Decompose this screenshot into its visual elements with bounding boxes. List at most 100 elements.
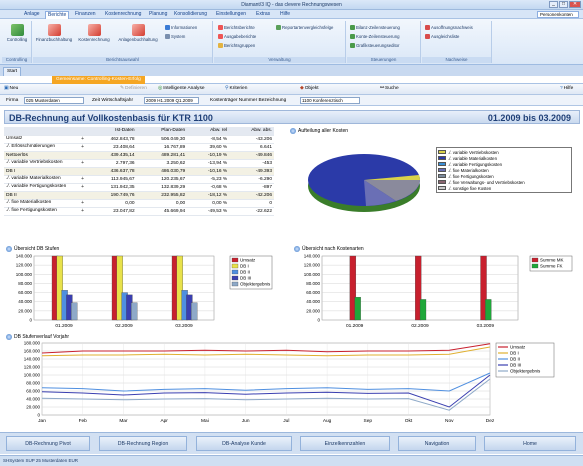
legend-text: Umsatz [240,258,256,263]
table-row: ./. fixe Fertigungskosten +23.047,82 45.66… [4,207,274,216]
y-tick-label: 140.000 [304,254,321,259]
legend-text: DB I [510,351,519,356]
definieren-button[interactable]: ✎ Definieren [120,86,147,91]
ktr-select[interactable]: 1100 Konferenztisch [300,97,360,104]
menu-tab-berichte[interactable]: Berichte [45,11,70,19]
tab-start[interactable]: Start [3,67,22,76]
ausoffnungsnachweis-button[interactable]: Ausoffnungsnachweis [425,25,473,30]
filter-bar: Firma 025 Musterdaten Zeit Wirtschaftsja… [0,95,583,106]
firma-select[interactable]: 025 Musterdaten [24,97,84,104]
anlagenbuchhaltung-button[interactable]: Anlagenbuchhaltung [115,24,161,42]
objekt-label: Objekt [304,86,319,91]
nav-db-region-button[interactable]: DB-Rechnung Region [99,436,187,451]
expand-icon[interactable]: + [81,160,84,166]
cell-plan: 132.839,29 [136,183,188,192]
menu-tab-finanzen[interactable]: Finanzen [73,11,98,19]
ausgleichsliste-button[interactable]: Ausgleichsliste [425,34,459,39]
zeit-label: Zeit Wirtschaftsjahr [92,98,134,103]
expand-icon[interactable]: + [81,144,84,150]
maximize-button[interactable]: □ [559,1,568,8]
tab-start-label: Start [7,69,18,74]
row-label: Umsatz + [4,135,86,144]
row-label-text: ./. Erlösschmälerungen [6,144,56,149]
cell-rel: -18,12 % [187,191,230,200]
controlling-button[interactable]: Controlling [4,24,30,42]
definieren-label: Definieren [125,86,147,91]
expand-icon[interactable]: + [81,200,84,206]
informationen-button[interactable]: Informationen [165,25,197,30]
bar-chart-db-stufen: 0 20.000 40.000 60.000 80.000 100.000 120.000 1… [16,254,273,329]
search-input[interactable]: Personenkonten [537,11,579,18]
legend-text: ./. fixe Materialkosten [448,167,489,173]
hilfe-button[interactable]: ? Hilfe [560,86,573,91]
kriterien-button[interactable]: ⚲ Kriterien [225,86,247,91]
informationen-label: Informationen [171,25,198,30]
expand-icon[interactable]: + [81,208,84,214]
menu-tab-extras[interactable]: Extras [254,11,272,19]
menu-tab-anlage[interactable]: Anlage [22,11,42,19]
pie-chart [308,154,421,212]
expand-icon[interactable]: + [81,136,84,142]
subtab-controlling[interactable]: Gemeinsame: Controlling-Kosten-Erfolg [52,76,145,84]
close-button[interactable]: ✕ [569,1,581,8]
row-label-text: DB II [6,192,17,198]
analyse-button[interactable]: ◎ Intelligente Analyse [158,86,205,91]
ribbon-group-label: Berichtsauswahl [33,57,212,63]
cell-rel: -49,53 % [187,207,230,216]
nav-db-analyse-button[interactable]: DB-Analyse Kunde [196,436,292,451]
chart-globe-icon [6,246,12,252]
cell-ist: 439.435,14 [86,151,137,160]
row-label: ./. variable Fertigungskosten + [4,183,86,192]
menu-tab-planung[interactable]: Planung [147,11,169,19]
nav-db-pivot-button[interactable]: DB-Rechnung Pivot [6,436,90,451]
table-header: Abw. rel [187,127,230,136]
bilanz-zeilensteuerung-button[interactable]: Bilanz-Zeilensteuerung [350,25,400,30]
menu-tab-kostenrechnung[interactable]: Kostenrechnung [103,11,143,19]
suche-button[interactable]: ⚯ Suche [380,86,399,91]
menu-tab-konsolidierung[interactable]: Konsolidierung [172,11,209,19]
expand-icon[interactable]: + [81,184,84,190]
new-button[interactable]: ▣ Neu [4,86,18,91]
x-tick-label: 03.2009 [477,323,495,329]
kostenrechnung-button[interactable]: Kostenrechnung [75,24,113,42]
row-label: ./. variable Materialkosten + [4,175,86,184]
bar-summe-fk [485,299,492,321]
objekt-button[interactable]: ◆ Objekt [300,86,319,91]
table-row: DB I 436.637,78 486.030,79 -10,16 % -49.393 [4,167,274,176]
cell-abs: -49.846 [229,151,274,160]
finanzbuchhaltung-button[interactable]: Finanzbuchhaltung [35,24,73,42]
ausgabeberichte-button[interactable]: Ausgabeberichte [218,34,256,39]
nav-navigation-button[interactable]: Navigation [398,436,476,451]
x-tick-label: Sep [364,418,373,424]
system-button[interactable]: System [165,34,185,39]
nav-home-button[interactable]: Home [484,436,576,451]
menu-tab-einstellungen[interactable]: Einstellungen [214,11,248,19]
grid-icon [350,34,355,39]
hilfe-label: Hilfe [563,86,574,91]
berichtsgruppen-button[interactable]: Berichtsgruppen [218,43,255,48]
minimize-button[interactable]: _ [549,1,558,8]
berichtsberichte-button[interactable]: Berichtsberichte [218,25,255,30]
legend-swatch [231,263,239,269]
legend-swatch [438,162,446,166]
bar-summe-fk [354,296,361,321]
finanzbuchhaltung-label: Finanzbuchhaltung [35,37,73,42]
y-tick-label: 40.000 [306,299,320,304]
x-tick-label: Jan [38,418,46,424]
konte-zeilensteuerung-button[interactable]: Konte-Zeilensteuerung [350,34,399,39]
bar-chart2-title: Übersicht nach Kostenarten [294,246,364,252]
table-header [4,127,86,136]
reportartenvergleich-button[interactable]: Reportartenvergleichsfelge [276,25,333,30]
y-tick-label: 100.000 [16,272,33,277]
grafiksteuerungseditor-button[interactable]: Grafiksteuerungseditor [350,43,399,48]
zeit-select[interactable]: 2009 H1.2009 Q1.2009 [144,97,199,104]
menu-tab-hilfe[interactable]: Hilfe [278,11,292,19]
nav-einzelkennzahlen-button[interactable]: Einzelkennzahlen [300,436,390,451]
cell-rel: 39,60 % [187,143,230,152]
object-icon: ◆ [300,86,304,91]
ktr-label: Kostenträger Nummer Bezeichnung [210,98,287,103]
row-label-text: ./. fixe Materialkosten [6,200,52,205]
compare-icon [276,25,281,30]
expand-icon[interactable]: + [81,176,84,182]
title-bar: Diamant/3 IQ - das clevere Rechnungswese… [0,0,583,10]
